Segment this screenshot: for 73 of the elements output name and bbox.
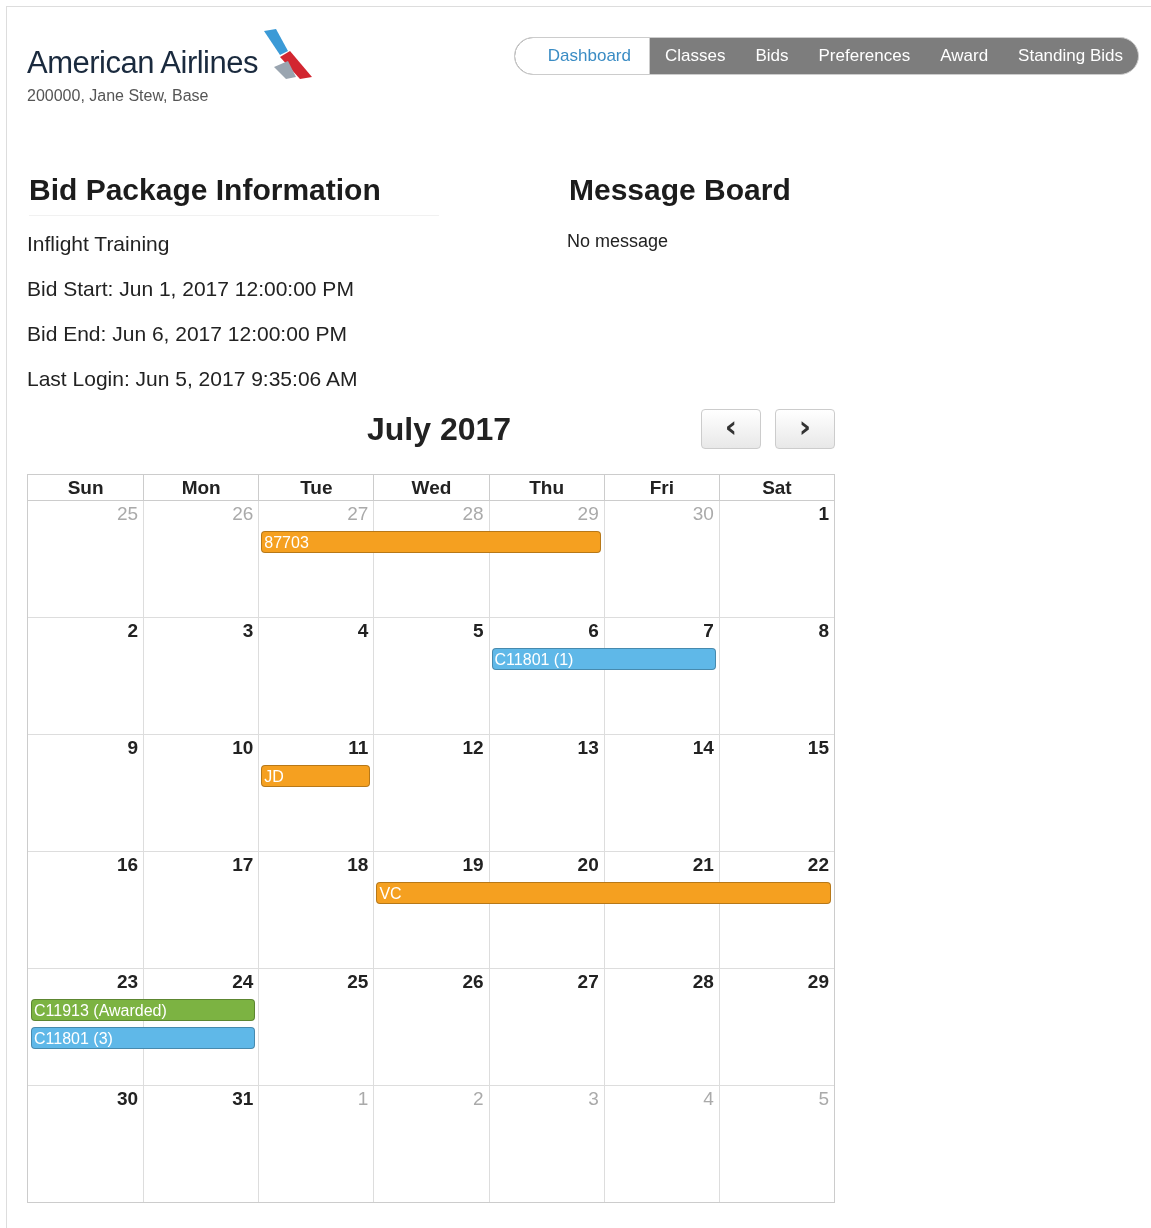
- weekday-header: Fri: [603, 475, 719, 500]
- day-number: 2: [127, 619, 140, 643]
- calendar-event[interactable]: C11913 (Awarded): [31, 999, 256, 1021]
- day-number: 5: [473, 619, 485, 643]
- day-number: 27: [577, 970, 600, 994]
- section-title: Message Board: [569, 173, 792, 208]
- calendar-event[interactable]: C11801 (1): [491, 648, 716, 670]
- weekday-header: Wed: [373, 475, 489, 500]
- calendar-event[interactable]: VC: [376, 882, 831, 904]
- info-line: Inflight Training: [27, 232, 171, 256]
- day-number: 9: [127, 736, 140, 760]
- nav-tab[interactable]: Bids: [740, 38, 804, 74]
- day-number: 7: [703, 619, 715, 643]
- day-number: 17: [232, 853, 255, 877]
- nav-tab[interactable]: Preferences: [803, 38, 926, 74]
- day-number: 19: [462, 853, 485, 877]
- day-number: 30: [117, 1087, 140, 1111]
- month-title: July 2017: [367, 410, 513, 448]
- nav-tab[interactable]: Classes: [650, 38, 741, 74]
- weekday-header: Mon: [143, 475, 259, 500]
- day-number: 2: [473, 1087, 485, 1111]
- calendar-event[interactable]: 87703: [261, 531, 601, 553]
- day-number: 21: [692, 853, 715, 877]
- day-number: 22: [807, 853, 830, 877]
- brand-name: American Airlines: [27, 44, 258, 81]
- day-number: 1: [357, 1087, 370, 1111]
- day-number: 14: [692, 736, 715, 760]
- day-number: 18: [347, 853, 370, 877]
- day-number: 29: [807, 970, 830, 994]
- day-number: 27: [347, 502, 370, 526]
- next-month-button[interactable]: ›: [775, 409, 835, 449]
- day-number: 28: [462, 502, 485, 526]
- day-number: 26: [232, 502, 255, 526]
- day-number: 25: [117, 502, 140, 526]
- day-number: 24: [232, 970, 255, 994]
- weekday-header: Sat: [718, 475, 834, 500]
- day-number: 3: [242, 619, 255, 643]
- info-line: Last Login: Jun 5, 2017 9:35:06 AM: [27, 367, 359, 391]
- info-line: Bid End: Jun 6, 2017 12:00:00 PM: [27, 322, 348, 346]
- user-info: 200000, Jane Stew, Base: [27, 87, 210, 105]
- day-number: 8: [818, 619, 830, 643]
- day-number: 31: [232, 1087, 255, 1111]
- day-number: 12: [462, 736, 485, 760]
- day-number: 25: [347, 970, 370, 994]
- nav-tab[interactable]: Dashboard: [514, 38, 650, 74]
- weekday-header: Tue: [258, 475, 374, 500]
- info-line: Bid Start: Jun 1, 2017 12:00:00 PM: [27, 277, 355, 301]
- day-number: 1: [818, 502, 830, 526]
- nav-tab[interactable]: Award: [925, 38, 1004, 74]
- message-text: No message: [567, 231, 670, 252]
- weekday-header: Sun: [66, 476, 105, 500]
- day-number: 20: [577, 853, 600, 877]
- day-number: 10: [232, 736, 255, 760]
- nav-tab[interactable]: Standing Bids: [1003, 38, 1138, 74]
- day-number: 15: [807, 736, 830, 760]
- calendar-event[interactable]: JD: [261, 765, 371, 787]
- day-number: 3: [588, 1087, 600, 1111]
- weekday-header: Thu: [488, 475, 604, 500]
- day-number: 30: [692, 502, 715, 526]
- day-number: 4: [357, 619, 370, 643]
- day-number: 11: [348, 736, 370, 760]
- previous-month-button[interactable]: ‹: [701, 409, 761, 449]
- day-number: 5: [818, 1087, 830, 1111]
- day-number: 29: [577, 502, 600, 526]
- day-number: 13: [577, 736, 600, 760]
- calendar-event[interactable]: C11801 (3): [31, 1027, 256, 1049]
- day-number: 6: [588, 619, 600, 643]
- day-number: 26: [462, 970, 485, 994]
- day-number: 4: [703, 1087, 715, 1111]
- section-title: Bid Package Information: [29, 173, 439, 216]
- day-number: 23: [117, 970, 140, 994]
- day-number: 16: [117, 853, 140, 877]
- day-number: 28: [692, 970, 715, 994]
